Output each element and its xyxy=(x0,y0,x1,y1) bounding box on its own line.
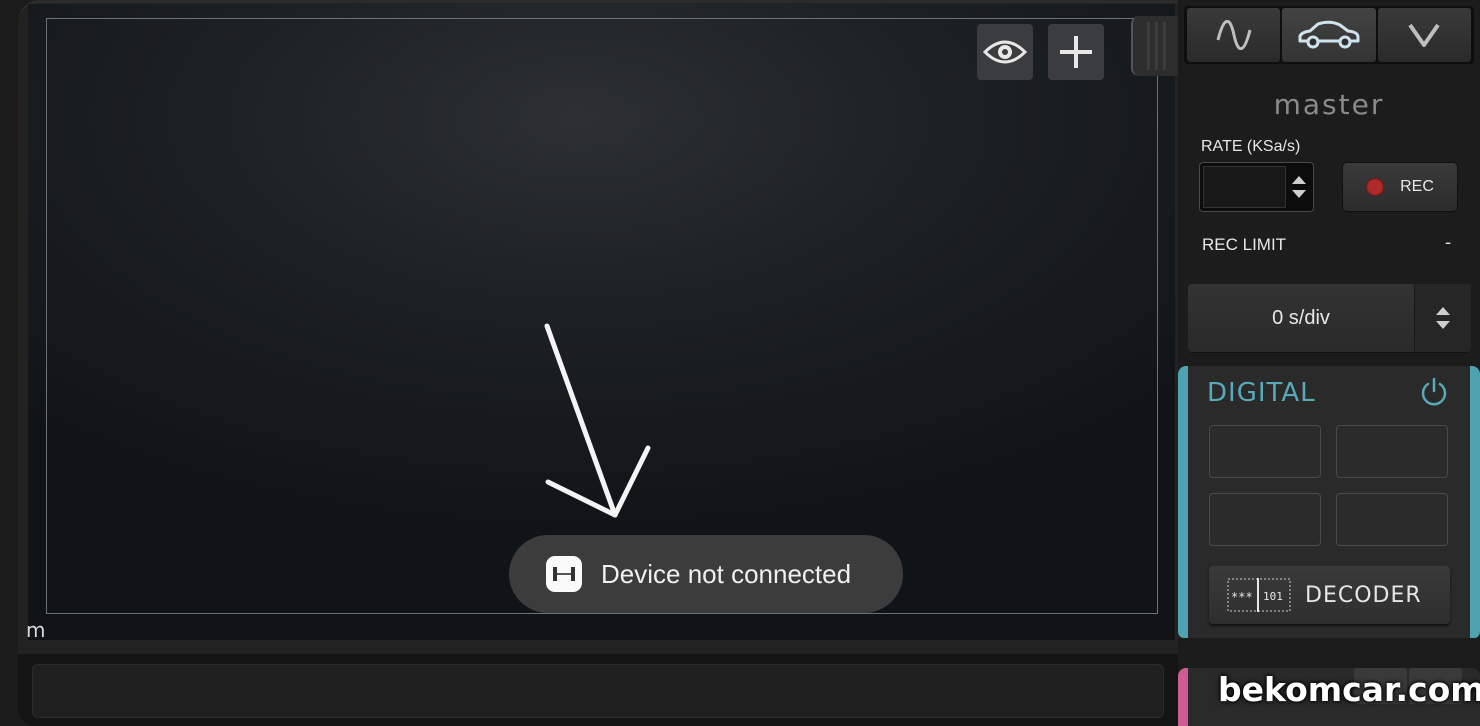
power-icon[interactable] xyxy=(1418,376,1450,408)
toast-notification: Device not connected xyxy=(509,535,903,613)
sine-wave-icon xyxy=(1216,20,1252,50)
timebase-value: 0 s/div xyxy=(1272,307,1330,329)
watermark: bekomcar.com xyxy=(1218,670,1480,709)
decoder-icon: *** 101 xyxy=(1227,578,1291,612)
digital-channel-3-button[interactable] xyxy=(1209,493,1321,546)
tab-voltage[interactable] xyxy=(1377,8,1471,62)
eye-icon xyxy=(983,40,1027,64)
add-button[interactable] xyxy=(1048,24,1104,80)
timebase-selector[interactable]: 0 s/div xyxy=(1188,284,1471,352)
rate-stepper xyxy=(1199,162,1314,212)
tab-waveform[interactable] xyxy=(1187,8,1281,62)
digital-channel-2-button[interactable] xyxy=(1336,425,1448,478)
rate-input[interactable] xyxy=(1203,166,1286,208)
decoder-button[interactable]: *** 101 DECODER xyxy=(1209,566,1450,624)
tab-automotive[interactable] xyxy=(1282,8,1376,62)
channel-title: master xyxy=(1273,88,1385,121)
up-down-icon xyxy=(1436,307,1450,329)
decoder-label: DECODER xyxy=(1305,582,1422,608)
app-icon xyxy=(546,556,582,592)
rate-label: RATE (KSa/s) xyxy=(1201,138,1301,155)
record-icon xyxy=(1366,178,1385,196)
visibility-button[interactable] xyxy=(977,24,1033,80)
digital-title: DIGITAL xyxy=(1207,378,1316,408)
timebase-spin-button[interactable] xyxy=(1414,284,1471,352)
mode-tabs xyxy=(1184,6,1474,64)
rec-limit-label: REC LIMIT xyxy=(1202,235,1287,254)
rec-limit-value: - xyxy=(1445,233,1452,253)
bottom-scrollbar[interactable] xyxy=(32,664,1164,718)
digital-channel-1-button[interactable] xyxy=(1209,425,1321,478)
record-label: REC xyxy=(1400,178,1434,195)
sidebar-drag-handle[interactable] xyxy=(1131,16,1179,76)
svg-text:101: 101 xyxy=(1263,590,1283,603)
units-label: m xyxy=(26,618,46,642)
toast-message: Device not connected xyxy=(601,558,852,589)
record-button[interactable]: REC xyxy=(1342,162,1458,212)
plus-icon xyxy=(1060,36,1092,68)
chevron-down-icon xyxy=(1408,23,1440,47)
car-icon xyxy=(1298,20,1360,49)
annotation-arrow-icon xyxy=(544,323,651,518)
rate-spin-icon[interactable] xyxy=(1290,173,1308,201)
digital-channel-4-button[interactable] xyxy=(1336,493,1448,546)
svg-text:***: *** xyxy=(1231,590,1253,604)
